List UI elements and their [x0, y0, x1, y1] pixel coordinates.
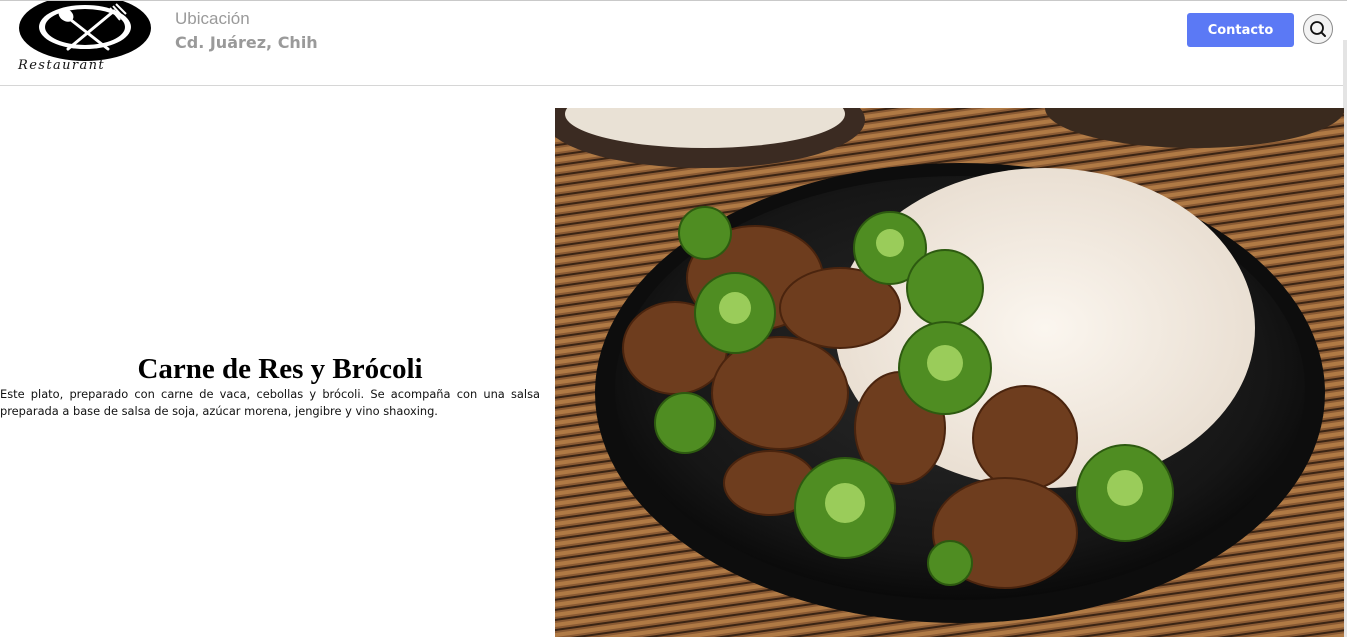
search-icon [1310, 21, 1326, 37]
dish-title: Carne de Res y Brócoli [137, 353, 423, 385]
dish-description: Este plato, preparado con carne de vaca,… [0, 387, 540, 418]
location-label: Ubicación [175, 9, 250, 28]
dish-info: Carne de Res y Brócoli Este plato, prepa… [0, 352, 540, 420]
contact-button[interactable]: Contacto [1187, 13, 1294, 47]
logo-wordmark: Restaurant [18, 58, 106, 73]
location-value: Cd. Juárez, Chih [175, 33, 318, 52]
site-header: Restaurant Ubicación Cd. Juárez, Chih Co… [0, 0, 1347, 86]
dish-photo [555, 108, 1344, 637]
location-block: Ubicación Cd. Juárez, Chih [175, 8, 318, 54]
search-button[interactable] [1303, 14, 1333, 44]
